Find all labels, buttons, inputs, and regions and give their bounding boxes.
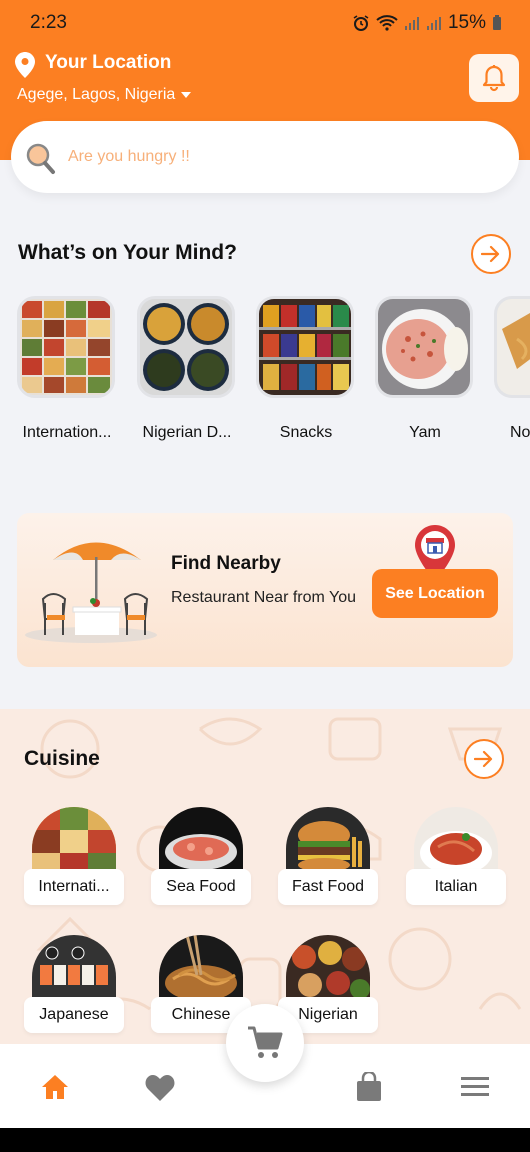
cuisine-see-all-button[interactable] (464, 739, 504, 779)
cuisine-item-international[interactable]: Internati... (24, 807, 124, 909)
see-location-button[interactable]: See Location (372, 569, 498, 618)
cuisine-item-fast-food[interactable]: Fast Food (278, 807, 378, 909)
wifi-icon (376, 15, 398, 31)
sea-food-image (159, 807, 243, 877)
mind-item-label: Internation... (22, 424, 112, 441)
status-time: 2:23 (30, 12, 67, 33)
cuisine-item-label: Japanese (24, 997, 124, 1033)
battery-icon (493, 15, 501, 30)
find-nearby-text: Restaurant Near from You (171, 589, 356, 606)
home-icon[interactable] (41, 1074, 69, 1100)
mind-category-list: Internation... Nigerian D... Snacks Yam … (17, 296, 530, 456)
cuisine-item-label: Sea Food (151, 869, 251, 905)
location-selector[interactable]: Agege, Lagos, Nigeria (17, 86, 192, 104)
cuisine-item-label: Fast Food (278, 869, 378, 905)
mind-section-title: What’s on Your Mind? (18, 241, 237, 264)
search-input[interactable] (66, 141, 486, 173)
cuisine-item-sea-food[interactable]: Sea Food (151, 807, 251, 909)
arrow-right-icon (481, 245, 500, 263)
cuisine-item-label: Italian (406, 869, 506, 905)
cart-icon (248, 1026, 283, 1058)
cuisine-item-italian[interactable]: Italian (406, 807, 506, 909)
cart-button[interactable] (226, 1004, 304, 1082)
fast-food-image (286, 807, 370, 877)
snacks-image (256, 296, 354, 398)
location-title: Your Location (45, 52, 172, 73)
mind-item-snacks[interactable]: Snacks (256, 296, 356, 442)
notification-button[interactable] (469, 54, 519, 102)
location-pin-icon (15, 52, 35, 78)
location-value: Agege, Lagos, Nigeria (17, 86, 176, 103)
international-cuisine-image (32, 807, 116, 877)
search-bar[interactable] (11, 121, 519, 193)
alarm-icon (353, 15, 369, 31)
heart-icon[interactable] (145, 1074, 175, 1101)
noodles-image (494, 296, 530, 398)
mind-item-nigerian[interactable]: Nigerian D... (137, 296, 237, 442)
shopping-bag-icon[interactable] (356, 1072, 382, 1102)
japanese-image (32, 935, 116, 1005)
mind-item-yam[interactable]: Yam (375, 296, 475, 442)
system-navigation-bar (0, 1128, 530, 1152)
mind-item-label: Nigerian D... (142, 424, 232, 441)
yam-image (375, 296, 473, 398)
italian-image (414, 807, 498, 877)
signal-icon (404, 17, 419, 30)
signal-2-icon (426, 17, 441, 30)
find-nearby-card[interactable]: Find Nearby Restaurant Near from You See… (17, 513, 513, 667)
status-icons: 15% (352, 12, 502, 34)
mind-item-label: No (510, 424, 530, 441)
mind-item-noodles[interactable]: No (494, 296, 530, 442)
search-icon (26, 143, 55, 174)
mind-item-label: Yam (409, 424, 441, 441)
find-nearby-title: Find Nearby (171, 553, 281, 574)
nigerian-cuisine-image (286, 935, 370, 1005)
cuisine-item-label: Internati... (24, 869, 124, 905)
battery-text: 15% (447, 12, 486, 33)
restaurant-table-icon (25, 542, 157, 643)
mind-see-all-button[interactable] (471, 234, 511, 274)
international-food-image (17, 296, 115, 398)
mind-item-international[interactable]: Internation... (17, 296, 117, 442)
chinese-image (159, 935, 243, 1005)
cuisine-item-japanese[interactable]: Japanese (24, 935, 124, 1037)
mind-item-label: Snacks (279, 424, 333, 441)
bell-icon (482, 65, 506, 92)
nigerian-dishes-image (137, 296, 235, 398)
cuisine-section: Cuisine Internati... Sea Food Fast Food … (0, 709, 530, 1049)
arrow-right-icon (474, 750, 493, 768)
menu-icon[interactable] (461, 1077, 489, 1097)
cuisine-section-title: Cuisine (24, 747, 100, 770)
caret-down-icon (181, 92, 192, 98)
